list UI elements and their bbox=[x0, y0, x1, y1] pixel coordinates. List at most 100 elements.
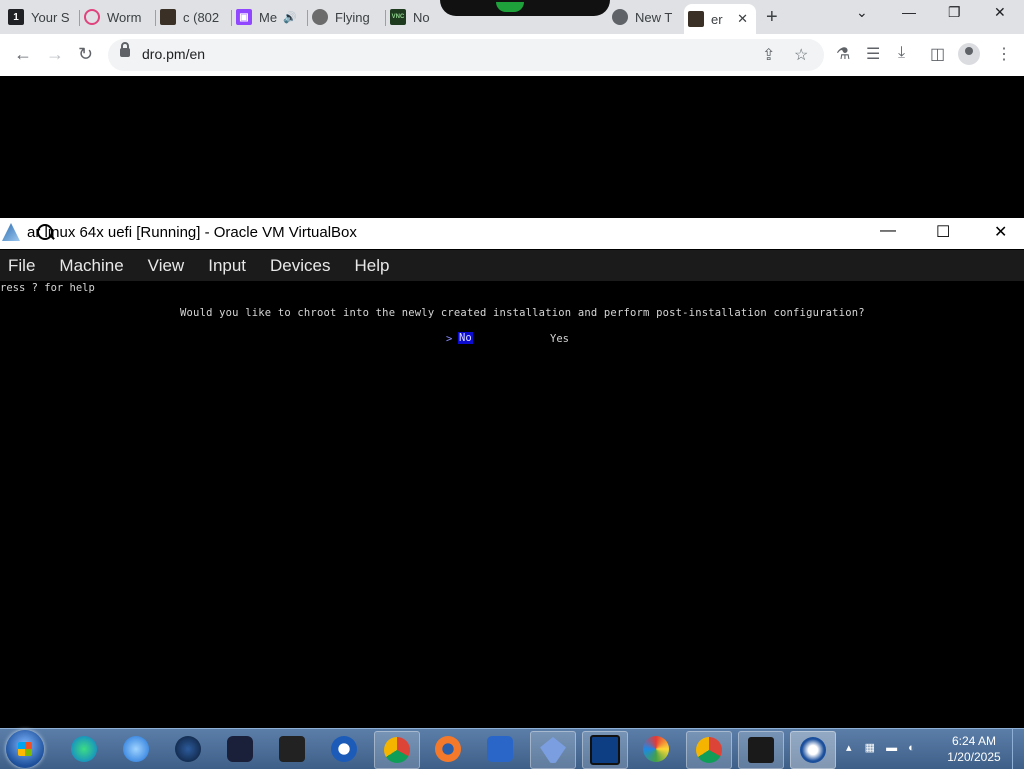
tab-7-label: New T bbox=[635, 9, 673, 25]
tab-search-icon[interactable]: ⌄ bbox=[856, 4, 868, 21]
bird-icon bbox=[540, 737, 566, 763]
menu-view[interactable]: View bbox=[148, 256, 185, 276]
virtualbox-icon bbox=[800, 737, 826, 763]
tab-separator bbox=[307, 10, 308, 26]
side-panel-icon[interactable]: ◫ bbox=[930, 44, 945, 64]
show-desktop-button[interactable] bbox=[1012, 729, 1024, 769]
vnc-icon: VNC bbox=[390, 9, 406, 25]
blender-icon bbox=[435, 736, 461, 762]
menu-kebab-icon[interactable]: ⋮ bbox=[996, 44, 1012, 64]
tab-5[interactable]: Flying bbox=[312, 2, 386, 32]
taskbar-ie[interactable] bbox=[114, 731, 158, 767]
url-text[interactable]: dro.pm/en bbox=[142, 46, 205, 62]
taskbar-edge[interactable] bbox=[62, 731, 106, 767]
virtualbox-window: ar linux 64x uefi [Running] - Oracle VM … bbox=[0, 218, 1024, 588]
taskbar-media-player[interactable] bbox=[322, 731, 366, 767]
download-icon[interactable]: ⤓ bbox=[898, 44, 905, 62]
taskbar-paint[interactable] bbox=[634, 731, 678, 767]
tab-7[interactable]: New T bbox=[612, 2, 684, 32]
network-icon[interactable]: ▦ bbox=[865, 742, 875, 754]
menu-help[interactable]: Help bbox=[355, 256, 390, 276]
minimize-icon[interactable]: — bbox=[902, 4, 916, 20]
vbox-maximize-icon[interactable]: ☐ bbox=[936, 222, 950, 242]
share-icon[interactable]: ⇪ bbox=[762, 45, 775, 65]
tab-4[interactable]: ▣ Me 🔊 bbox=[236, 2, 308, 32]
taskbar-app-5[interactable] bbox=[270, 731, 314, 767]
edge-icon bbox=[71, 736, 97, 762]
vnc-toolbar-handle[interactable] bbox=[440, 0, 610, 16]
menu-machine[interactable]: Machine bbox=[59, 256, 123, 276]
terminal-box-icon bbox=[279, 736, 305, 762]
taskbar-chrome[interactable] bbox=[374, 731, 420, 769]
option-no[interactable]: No bbox=[458, 332, 473, 344]
chrome-icon bbox=[384, 737, 410, 763]
selection-arrow: > bbox=[446, 333, 453, 345]
install-question: Would you like to chroot into the newly … bbox=[180, 307, 865, 319]
address-bar[interactable]: dro.pm/en ⇪ ☆ bbox=[108, 39, 824, 71]
tab-8-label: er bbox=[711, 11, 723, 27]
tab-5-label: Flying bbox=[335, 9, 370, 25]
vm-console[interactable]: ress ? for help Would you like to chroot… bbox=[0, 281, 1024, 588]
clock-time: 6:24 AM bbox=[951, 734, 997, 748]
vbox-minimize-icon[interactable]: — bbox=[880, 222, 896, 240]
vbox-close-icon[interactable]: ✕ bbox=[994, 222, 1007, 242]
site-favicon-icon bbox=[688, 11, 704, 27]
globe-icon bbox=[175, 736, 201, 762]
clock-date: 1/20/2025 bbox=[947, 750, 1001, 764]
taskbar-app-10[interactable] bbox=[530, 731, 576, 769]
vbox-menubar: File Machine View Input Devices Help bbox=[0, 250, 1024, 281]
tab-separator bbox=[385, 10, 386, 26]
reading-list-icon[interactable]: ☰ bbox=[866, 44, 880, 64]
tab-2-label: Worm bbox=[107, 9, 142, 25]
option-yes[interactable]: Yes bbox=[550, 333, 569, 345]
taskbar-blender[interactable] bbox=[426, 731, 470, 767]
close-window-icon[interactable]: ✕ bbox=[994, 4, 1006, 21]
taskbar-app-3[interactable] bbox=[166, 731, 210, 767]
tab-2[interactable]: Worm bbox=[84, 2, 156, 32]
media-player-icon bbox=[331, 736, 357, 762]
vnc-viewer-icon bbox=[487, 736, 513, 762]
monitor-dark-icon bbox=[748, 737, 774, 763]
tab-separator bbox=[79, 10, 80, 26]
virtualbox-titlebar[interactable]: ar linux 64x uefi [Running] - Oracle VM … bbox=[0, 218, 1024, 249]
menu-devices[interactable]: Devices bbox=[270, 256, 330, 276]
arch-linux-icon bbox=[2, 223, 20, 241]
profile-avatar[interactable] bbox=[958, 43, 980, 65]
taskbar-virtualbox[interactable] bbox=[790, 731, 836, 769]
browser-tab-strip: 1 Your S Worm c (802 ▣ Me 🔊 Flying VNC N… bbox=[0, 0, 1024, 34]
tab-6-label: No bbox=[413, 9, 430, 25]
magnifier-cursor-icon bbox=[37, 224, 53, 240]
twitch-icon: ▣ bbox=[236, 9, 252, 25]
labs-flask-icon[interactable]: ⚗ bbox=[836, 44, 850, 64]
windows-logo-icon bbox=[18, 742, 32, 756]
display-icon[interactable]: ▬ bbox=[886, 742, 897, 754]
menu-input[interactable]: Input bbox=[208, 256, 246, 276]
vnc-handle-grip[interactable] bbox=[496, 2, 524, 12]
start-button[interactable] bbox=[6, 730, 44, 768]
close-tab-icon[interactable]: ✕ bbox=[737, 11, 748, 27]
show-hidden-icons[interactable]: ▴ bbox=[846, 742, 852, 754]
new-tab-button[interactable]: + bbox=[766, 6, 778, 29]
flying-icon bbox=[312, 9, 328, 25]
taskbar-app-14[interactable] bbox=[738, 731, 784, 769]
tab-3[interactable]: c (802 bbox=[160, 2, 232, 32]
lock-icon[interactable] bbox=[120, 42, 130, 57]
taskbar-clock[interactable]: 6:24 AM 1/20/2025 bbox=[944, 733, 1004, 765]
restore-icon[interactable]: ❐ bbox=[948, 4, 961, 21]
taskbar-remote-desktop[interactable] bbox=[582, 731, 628, 769]
system-tray: ▴ ▦ ▬ ◐ bbox=[846, 741, 915, 754]
back-icon[interactable]: ← bbox=[14, 44, 32, 65]
volume-icon[interactable]: ◐ bbox=[908, 742, 915, 754]
forward-icon[interactable]: → bbox=[46, 44, 64, 65]
tab-1-label: Your S bbox=[31, 9, 70, 25]
taskbar-realvnc[interactable] bbox=[478, 731, 522, 767]
bookmark-star-icon[interactable]: ☆ bbox=[794, 45, 808, 65]
taskbar-app-4[interactable] bbox=[218, 731, 262, 767]
audio-playing-icon[interactable]: 🔊 bbox=[283, 11, 297, 24]
tab-8-active[interactable]: er ✕ bbox=[684, 4, 756, 34]
tab-1[interactable]: 1 Your S bbox=[8, 2, 80, 32]
taskbar-chrome-2[interactable] bbox=[686, 731, 732, 769]
tab-separator bbox=[155, 10, 156, 26]
reload-icon[interactable]: ↻ bbox=[78, 44, 93, 65]
menu-file[interactable]: File bbox=[8, 256, 35, 276]
